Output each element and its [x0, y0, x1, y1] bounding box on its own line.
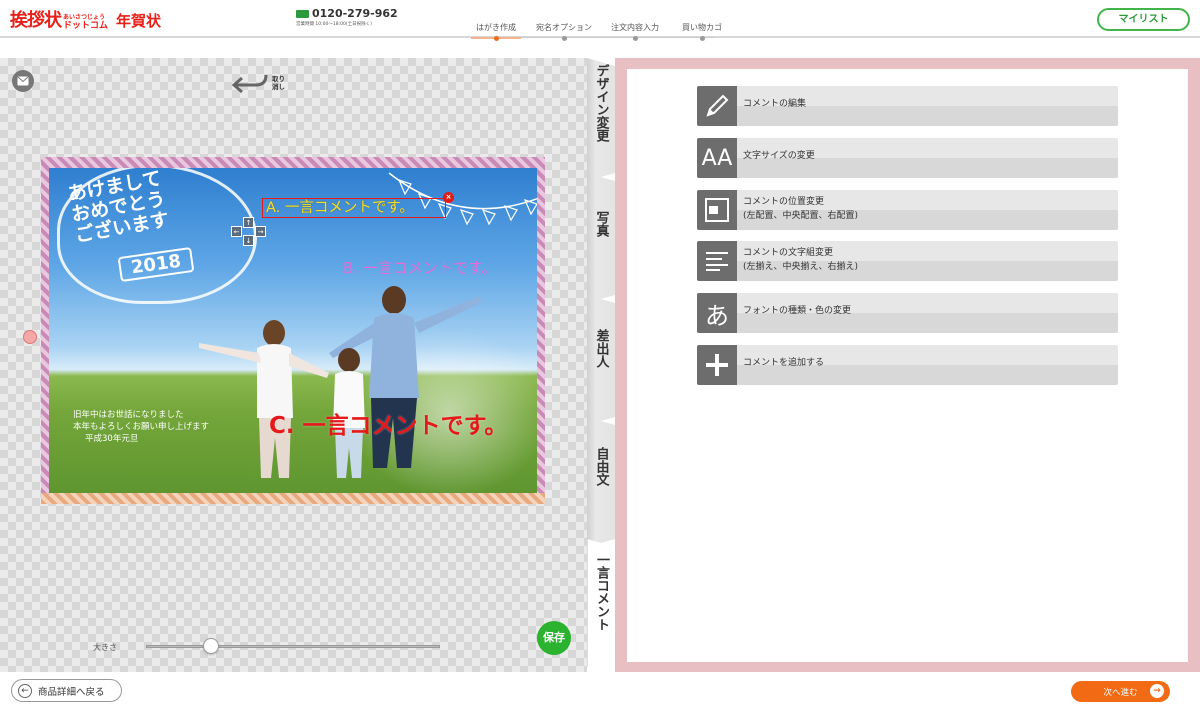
postcard-canvas[interactable]: あけまして おめでとう ございます 2018 旧年中はお世話になりました 本年も… [41, 157, 545, 504]
vertical-tabs: デザイン変更 写真 差出人 自由文 一言コメント [587, 58, 615, 672]
size-slider-track[interactable] [146, 645, 440, 648]
menu-font-size[interactable]: AA 文字サイズの変更 [697, 138, 1118, 178]
back-to-product-button[interactable]: ← 商品詳細へ戻る [11, 679, 122, 702]
logo[interactable]: 挨拶状 あいさつじょう ドットコム 年賀状 [10, 6, 161, 32]
size-slider-thumb[interactable] [202, 638, 219, 654]
font-type-icon: あ [697, 293, 737, 333]
card-photo: あけまして おめでとう ございます 2018 旧年中はお世話になりました 本年も… [49, 168, 537, 493]
arrow-right-icon: → [1150, 684, 1164, 698]
step-dot [562, 36, 567, 41]
progress-steps: はがき作成 宛名オプション 注文内容入力 買い物カゴ [450, 0, 750, 41]
logo-product: 年賀状 [116, 12, 162, 30]
undo-label: 取り消し [272, 75, 285, 91]
phone-hours: 営業時間 10:00～18:00(土日祝除く) [296, 22, 372, 27]
size-label: 大きさ [93, 643, 117, 652]
arrow-right-icon[interactable]: → [255, 226, 266, 237]
footer: ← 商品詳細へ戻る [0, 672, 1200, 708]
step-cart: 買い物カゴ [657, 22, 747, 41]
menu-font-type-color[interactable]: あ フォントの種類・色の変更 [697, 293, 1118, 333]
close-icon[interactable]: × [443, 192, 454, 203]
undo-button[interactable]: 取り消し [228, 71, 286, 95]
undo-icon [231, 74, 268, 94]
arrow-left-icon: ← [18, 683, 32, 698]
position-icon [697, 190, 737, 230]
font-size-icon: AA [697, 138, 737, 178]
card-editor: 取り消し あけまして おめでとう ございます 2018 旧年中はお世話になりまし… [0, 58, 587, 672]
tab-free-text[interactable]: 自由文 [587, 417, 615, 547]
next-step-button[interactable]: 次へ進む → [1071, 681, 1170, 702]
menu-text-alignment[interactable]: コメントの文字組変更 (左揃え、中央揃え、右揃え) [697, 241, 1118, 281]
side-handle[interactable] [23, 330, 37, 344]
family-photo-people [199, 286, 482, 478]
tab-photo[interactable]: 写真 [587, 173, 615, 303]
comment-b-text[interactable]: B. 一言コメントです。 [343, 257, 496, 278]
tab-sender[interactable]: 差出人 [587, 295, 615, 425]
free-dial-icon [296, 9, 309, 18]
step-dot [494, 36, 499, 41]
move-arrows[interactable]: ↑ ← → ↓ [229, 217, 269, 249]
tab-one-comment[interactable]: 一言コメント [587, 539, 615, 667]
greeting-message: 旧年中はお世話になりました 本年もよろしくお願い申し上げます 平成30年元旦 [73, 410, 210, 444]
mylist-button[interactable]: マイリスト [1097, 8, 1190, 31]
phone-number: 0120-279-962 [312, 7, 398, 20]
step-dot [633, 36, 638, 41]
menu-comment-position[interactable]: コメントの位置変更 (左配置、中央配置、右配置) [697, 190, 1118, 230]
save-button[interactable]: 保存 [537, 621, 571, 655]
mail-icon[interactable] [12, 70, 34, 92]
header: 挨拶状 あいさつじょう ドットコム 年賀状 0120-279-962 営業時間 … [0, 0, 1200, 41]
step-dot [700, 36, 705, 41]
menu-edit-comment[interactable]: コメントの編集 [697, 86, 1118, 126]
tab-design-change[interactable]: デザイン変更 [587, 58, 615, 181]
arrow-up-icon[interactable]: ↑ [243, 217, 254, 228]
comment-c-text[interactable]: C. 一言コメントです。 [269, 406, 507, 440]
logo-dot: ドットコム [63, 21, 109, 31]
phone-info: 0120-279-962 営業時間 10:00～18:00(土日祝除く) [296, 7, 398, 27]
logo-main: 挨拶状 [10, 10, 62, 31]
pencil-icon [697, 86, 737, 126]
comment-a-textbox[interactable]: A. 一言コメントです。 × [262, 192, 454, 218]
menu-add-comment[interactable]: コメントを追加する [697, 345, 1118, 385]
arrow-left-icon[interactable]: ← [231, 226, 242, 237]
arrow-down-icon[interactable]: ↓ [243, 235, 254, 246]
plus-icon [697, 345, 737, 385]
align-icon [697, 241, 737, 281]
